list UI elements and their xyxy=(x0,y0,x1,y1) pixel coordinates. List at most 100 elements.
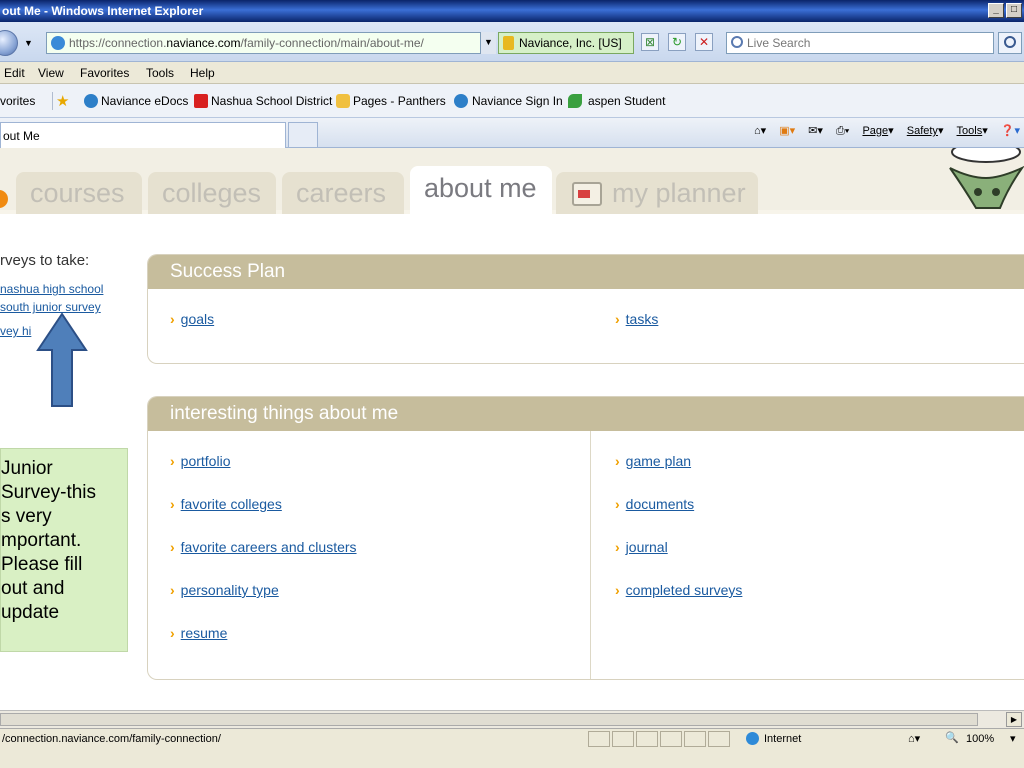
maximize-button[interactable]: □ xyxy=(1006,3,1022,18)
compatibility-icon[interactable]: ⊠ xyxy=(641,33,659,51)
list-item: › resume xyxy=(170,625,227,641)
link-goals[interactable]: goals xyxy=(181,311,214,327)
status-cell xyxy=(636,731,658,747)
list-item: › favorite colleges xyxy=(170,496,282,512)
search-placeholder: Live Search xyxy=(747,36,811,50)
interesting-things-panel: interesting things about me › portfolio ›… xyxy=(147,396,1024,680)
survey-link-nashua-high-school[interactable]: nashua high school xyxy=(0,282,103,296)
chevron-right-icon: › xyxy=(615,453,620,469)
menu-favorites[interactable]: Favorites xyxy=(80,66,129,80)
menu-bar: Edit View Favorites Tools Help xyxy=(0,62,1024,84)
security-zone: Internet xyxy=(764,733,802,745)
main-nav: courses colleges careers about me my pla… xyxy=(0,148,1024,214)
link-personality-type[interactable]: personality type xyxy=(181,582,279,598)
menu-view[interactable]: View xyxy=(38,66,64,80)
chevron-right-icon: › xyxy=(615,311,620,327)
link-journal[interactable]: journal xyxy=(626,539,668,555)
tools-menu[interactable]: Tools xyxy=(957,125,983,137)
zoom-icon[interactable]: 🔍 xyxy=(945,731,959,744)
safety-menu[interactable]: Safety xyxy=(907,125,938,137)
list-item: › portfolio xyxy=(170,453,230,469)
status-cell xyxy=(660,731,682,747)
chevron-right-icon: › xyxy=(170,453,175,469)
search-input[interactable]: Live Search xyxy=(726,32,994,54)
certificate-label: Naviance, Inc. [US] xyxy=(519,36,622,50)
new-tab-button[interactable] xyxy=(288,122,318,148)
nav-tab-colleges[interactable]: colleges xyxy=(148,172,276,214)
address-host-prefix: connection. xyxy=(105,36,167,50)
globe-icon xyxy=(746,732,759,745)
zoom-dropdown-icon[interactable]: ▾ xyxy=(1010,732,1016,745)
menu-tools[interactable]: Tools xyxy=(146,66,174,80)
nav-tab-about-me[interactable]: about me xyxy=(410,166,552,214)
minimize-button[interactable]: _ xyxy=(988,3,1004,18)
fav-naviance-edocs[interactable]: Naviance eDocs xyxy=(101,94,188,108)
link-resume[interactable]: resume xyxy=(181,625,228,641)
list-item: › completed surveys xyxy=(615,582,742,598)
school-district-icon xyxy=(194,94,208,108)
interesting-things-header: interesting things about me xyxy=(148,397,1024,431)
link-tasks[interactable]: tasks xyxy=(626,311,659,327)
page-menu[interactable]: Page xyxy=(862,125,888,137)
address-host: naviance.com xyxy=(166,36,241,50)
bottom-strip xyxy=(0,748,1024,768)
nav-tab-careers[interactable]: careers xyxy=(282,172,404,214)
history-dropdown-icon[interactable]: ▼ xyxy=(24,38,33,48)
planner-icon xyxy=(572,182,602,206)
address-path: /family-connection/main/about-me/ xyxy=(240,36,424,50)
search-go-icon xyxy=(1004,36,1016,48)
fav-aspen-student[interactable]: aspen Student xyxy=(588,94,665,108)
link-game-plan[interactable]: game plan xyxy=(626,453,691,469)
tab-about-me[interactable]: out Me xyxy=(0,122,286,148)
fav-pages-panthers[interactable]: Pages - Panthers xyxy=(353,94,446,108)
success-plan-header: Success Plan xyxy=(148,255,1024,289)
naviance-icon xyxy=(454,94,468,108)
link-completed-surveys[interactable]: completed surveys xyxy=(626,582,743,598)
help-icon[interactable]: ❓▾ xyxy=(1001,125,1020,137)
chevron-right-icon: › xyxy=(170,539,175,555)
print-icon[interactable]: ⎙▾ xyxy=(836,125,849,137)
link-documents[interactable]: documents xyxy=(626,496,694,512)
survey-link-history[interactable]: vey hi xyxy=(0,324,31,338)
scroll-right-icon[interactable]: ▶ xyxy=(1006,712,1022,727)
address-input[interactable]: https://connection.naviance.com/family-c… xyxy=(46,32,496,54)
command-bar: ⌂▾ ▣▾ ✉▾ ⎙▾ Page▾ Safety▾ Tools▾ ❓▾ xyxy=(753,125,1020,137)
ie-page-icon xyxy=(51,36,65,50)
protected-mode-icon[interactable]: ⌂▾ xyxy=(908,732,920,745)
status-cell xyxy=(684,731,706,747)
back-icon[interactable] xyxy=(0,30,18,56)
horizontal-scrollbar[interactable]: ▶ xyxy=(0,710,1024,728)
favorites-label[interactable]: vorites xyxy=(0,94,35,108)
mail-icon[interactable]: ✉▾ xyxy=(808,125,823,137)
add-favorite-icon[interactable]: ★ xyxy=(56,92,69,110)
search-icon xyxy=(731,36,743,48)
success-plan-item: › goals xyxy=(170,311,214,327)
favorites-bar: vorites ★ Naviance eDocs Nashua School D… xyxy=(0,84,1024,118)
menu-help[interactable]: Help xyxy=(190,66,215,80)
zoom-level[interactable]: 100% xyxy=(966,733,994,745)
status-cell xyxy=(708,731,730,747)
fav-naviance-sign-in[interactable]: Naviance Sign In xyxy=(472,94,563,108)
nav-tab-my-planner-label: my planner xyxy=(612,178,746,208)
menu-edit[interactable]: Edit xyxy=(4,66,25,80)
naviance-icon xyxy=(84,94,98,108)
chevron-right-icon: › xyxy=(615,582,620,598)
security-report[interactable]: Naviance, Inc. [US] xyxy=(498,32,634,54)
stop-icon[interactable]: ✕ xyxy=(695,33,713,51)
search-button[interactable] xyxy=(998,32,1022,54)
scrollbar-thumb[interactable] xyxy=(0,713,978,726)
refresh-icon[interactable]: ↻ xyxy=(668,33,686,51)
address-dropdown-button[interactable]: ▼ xyxy=(480,32,496,54)
link-favorite-colleges[interactable]: favorite colleges xyxy=(181,496,282,512)
link-favorite-careers-and-clusters[interactable]: favorite careers and clusters xyxy=(181,539,357,555)
list-item: › game plan xyxy=(615,453,691,469)
list-item: › favorite careers and clusters xyxy=(170,539,357,555)
nav-tab-courses[interactable]: courses xyxy=(16,172,142,214)
link-portfolio[interactable]: portfolio xyxy=(181,453,231,469)
junior-survey-callout: Junior Survey-this s very mportant. Plea… xyxy=(0,448,128,652)
fav-nashua-school-district[interactable]: Nashua School District xyxy=(211,94,332,108)
ie-page-icon xyxy=(336,94,350,108)
feeds-icon[interactable]: ▣▾ xyxy=(779,125,795,137)
home-icon[interactable]: ⌂▾ xyxy=(754,125,766,137)
nav-tab-my-planner[interactable]: my planner xyxy=(556,172,758,214)
